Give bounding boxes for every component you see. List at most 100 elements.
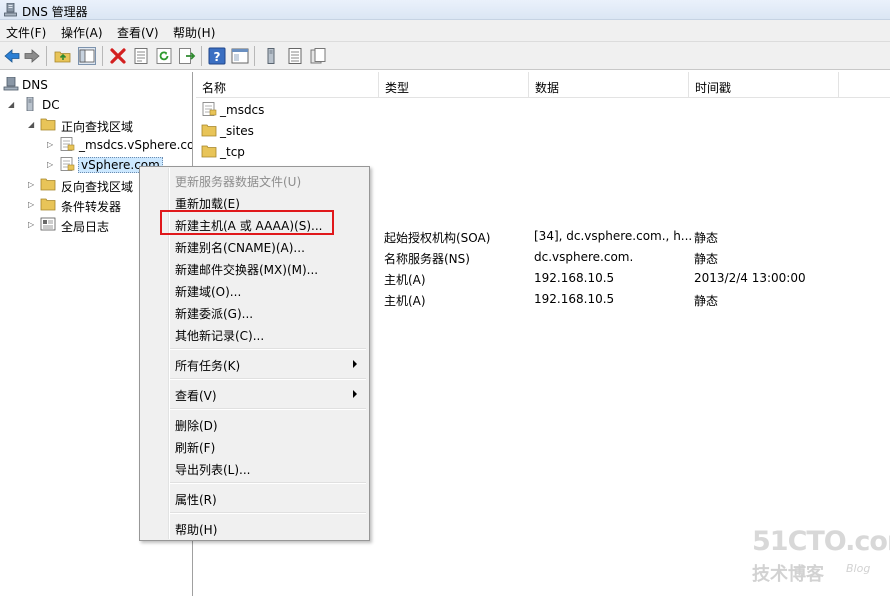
menu-item-label: 所有任务(K) — [175, 359, 241, 373]
folder-icon — [40, 198, 56, 211]
tree-item-label: _msdcs.vSphere.com — [79, 138, 192, 152]
expand-icon[interactable]: ▷ — [28, 220, 36, 229]
clipboard-icon[interactable] — [309, 47, 327, 65]
column-header-type[interactable]: 类型 — [379, 72, 529, 98]
server-icon[interactable] — [262, 47, 280, 65]
export-icon[interactable] — [178, 47, 196, 65]
tree-item-label: 全局日志 — [61, 220, 110, 234]
menu-item-all-tasks[interactable]: 所有任务(K) — [142, 353, 367, 374]
menu-item-reload[interactable]: 重新加载(E) — [142, 191, 367, 212]
console-icon[interactable] — [231, 47, 249, 65]
up-folder-icon[interactable] — [54, 47, 72, 65]
menu-bar: 文件(F) 操作(A) 查看(V) 帮助(H) — [0, 20, 890, 42]
tree-item-dc[interactable]: ◢ DC — [0, 96, 190, 114]
toolbar-separator — [102, 46, 103, 66]
tree-item-dns[interactable]: DNS — [0, 76, 190, 94]
show-hide-tree-icon[interactable] — [78, 47, 96, 65]
expand-icon[interactable]: ▷ — [28, 200, 36, 209]
menu-item-new-delegation[interactable]: 新建委派(G)... — [142, 301, 367, 322]
column-headers: 名称 类型 数据 时间戳 — [196, 72, 890, 98]
menu-item-export-list[interactable]: 导出列表(L)... — [142, 457, 367, 478]
menu-separator — [170, 378, 366, 380]
watermark-logo-text: 51CTO.com — [752, 526, 890, 557]
expand-icon[interactable]: ▷ — [47, 160, 55, 169]
record-name: _msdcs — [220, 103, 265, 117]
tree-item-forward-zones[interactable]: ◢ 正向查找区域 — [0, 116, 190, 134]
menu-item-properties[interactable]: 属性(R) — [142, 487, 367, 508]
submenu-arrow-icon — [353, 390, 357, 398]
menu-item-label: 新建委派(G)... — [175, 307, 254, 321]
annotation-highlight-box — [160, 210, 334, 235]
menu-view[interactable]: 查看(V) — [117, 24, 159, 41]
menu-action[interactable]: 操作(A) — [61, 24, 103, 41]
menu-item-new-mx[interactable]: 新建邮件交换器(MX)(M)... — [142, 257, 367, 278]
list-icon[interactable] — [286, 47, 304, 65]
properties-icon[interactable] — [132, 47, 150, 65]
tree-item-label: DNS — [22, 78, 48, 92]
menu-item-label: 导出列表(L)... — [175, 463, 251, 477]
record-type: 起始授权机构(SOA) — [384, 231, 491, 245]
menu-item-new-domain[interactable]: 新建域(O)... — [142, 279, 367, 300]
column-header-data[interactable]: 数据 — [529, 72, 689, 98]
folder-icon — [201, 145, 217, 158]
menu-separator — [170, 482, 366, 484]
tree-item-label: 反向查找区域 — [61, 180, 134, 194]
menu-item-label: 新建域(O)... — [175, 285, 242, 299]
record-timestamp: 静态 — [694, 294, 719, 308]
list-item[interactable]: _sites — [196, 121, 890, 141]
expand-icon[interactable]: ▷ — [28, 180, 36, 189]
list-item[interactable]: _msdcs — [196, 100, 890, 120]
forward-icon[interactable] — [23, 47, 41, 65]
menu-item-label: 新建别名(CNAME)(A)... — [175, 241, 305, 255]
tree-item-msdcs-zone[interactable]: ▷ _msdcs.vSphere.com — [0, 136, 192, 154]
menu-item-label: 新建邮件交换器(MX)(M)... — [175, 263, 319, 277]
record-data: 192.168.10.5 — [534, 292, 615, 306]
watermark: 51CTO.com 技术博客 Blog — [752, 526, 890, 586]
record-name: _tcp — [220, 145, 245, 159]
menu-item-view[interactable]: 查看(V) — [142, 383, 367, 404]
record-data: [34], dc.vsphere.com., h... — [534, 229, 693, 243]
watermark-subtitle: 技术博客 — [752, 564, 824, 585]
folder-icon — [40, 118, 56, 131]
menu-separator — [170, 408, 366, 410]
dns-manager-icon — [4, 3, 17, 17]
record-timestamp: 静态 — [694, 252, 719, 266]
collapse-icon[interactable]: ◢ — [28, 120, 36, 129]
tree-item-label: 正向查找区域 — [61, 120, 134, 134]
delete-icon[interactable] — [109, 47, 127, 65]
zone-icon — [60, 157, 75, 171]
menu-item-label: 查看(V) — [175, 389, 217, 403]
zone-icon — [202, 102, 217, 116]
menu-item-label: 刷新(F) — [175, 441, 216, 455]
column-header-name[interactable]: 名称 — [196, 72, 379, 98]
tree-item-label: 条件转发器 — [61, 200, 122, 214]
record-timestamp: 2013/2/4 13:00:00 — [694, 271, 806, 285]
menu-file[interactable]: 文件(F) — [6, 24, 46, 41]
record-type: 主机(A) — [384, 273, 426, 287]
back-icon[interactable] — [3, 47, 21, 65]
expand-icon[interactable]: ▷ — [47, 140, 55, 149]
menu-item-delete[interactable]: 删除(D) — [142, 413, 367, 434]
menu-item-label: 更新服务器数据文件(U) — [175, 175, 302, 189]
toolbar-separator — [46, 46, 47, 66]
menu-item-label: 属性(R) — [175, 493, 217, 507]
collapse-icon[interactable]: ◢ — [8, 100, 16, 109]
refresh-icon[interactable] — [155, 47, 173, 65]
list-item[interactable]: _tcp — [196, 142, 890, 162]
toolbar: ? — [0, 42, 890, 70]
column-header-timestamp[interactable]: 时间戳 — [689, 72, 839, 98]
toolbar-separator — [254, 46, 255, 66]
svg-text:?: ? — [214, 50, 221, 64]
menu-item-help[interactable]: 帮助(H) — [142, 517, 367, 538]
menu-help[interactable]: 帮助(H) — [173, 24, 215, 41]
menu-item-new-alias[interactable]: 新建别名(CNAME)(A)... — [142, 235, 367, 256]
dns-icon — [3, 77, 19, 91]
window-title: DNS 管理器 — [22, 5, 88, 19]
menu-item-refresh[interactable]: 刷新(F) — [142, 435, 367, 456]
record-timestamp: 静态 — [694, 231, 719, 245]
menu-separator — [170, 348, 366, 350]
record-type: 主机(A) — [384, 294, 426, 308]
help-icon[interactable]: ? — [208, 47, 226, 65]
menu-item-other-new-records[interactable]: 其他新记录(C)... — [142, 323, 367, 344]
menu-item-label: 其他新记录(C)... — [175, 329, 265, 343]
